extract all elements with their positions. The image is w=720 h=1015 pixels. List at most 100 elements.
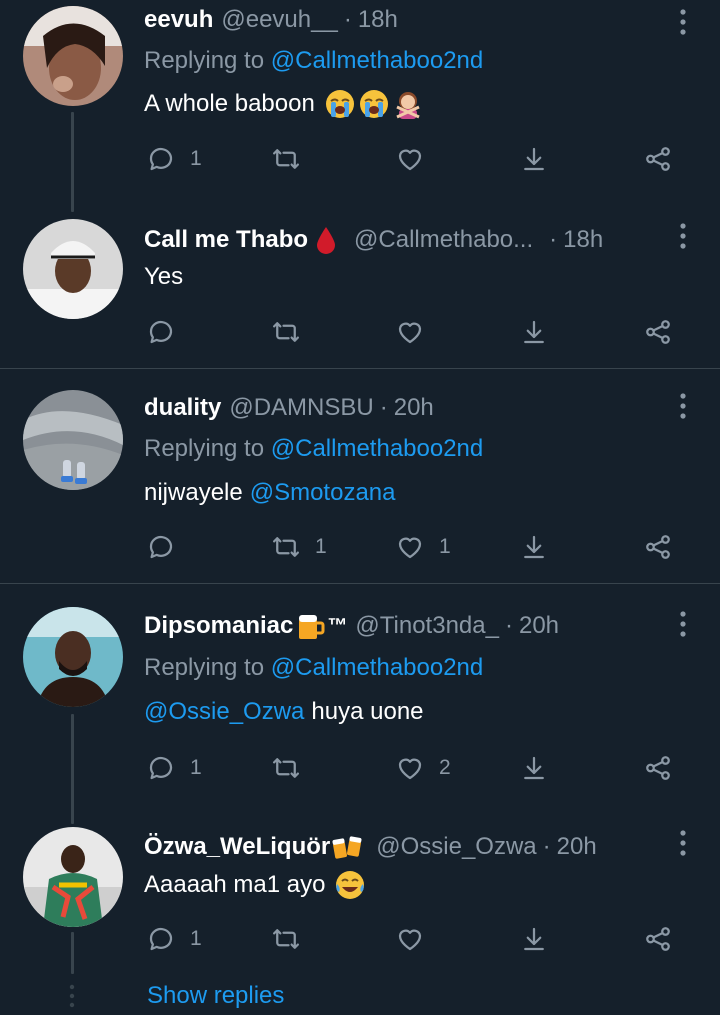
reply-button[interactable]: 1	[146, 751, 202, 785]
share-button[interactable]	[643, 751, 673, 785]
replying-prefix: Replying to	[144, 47, 265, 74]
handle[interactable]: @eevuh__	[221, 2, 337, 38]
separator-dot: ·	[549, 226, 558, 253]
display-name[interactable]: eevuh	[144, 2, 213, 38]
download-button[interactable]	[519, 530, 549, 564]
display-name[interactable]: duality	[144, 390, 221, 426]
retweet-count: 1	[315, 535, 327, 558]
reply-icon	[149, 320, 173, 344]
reply-button[interactable]: 1	[146, 922, 202, 956]
handle[interactable]: @Callmethabo...	[354, 222, 533, 258]
download-button[interactable]	[519, 751, 549, 785]
replying-prefix: Replying to	[144, 435, 265, 462]
like-icon	[398, 929, 422, 951]
retweet-button[interactable]	[271, 315, 315, 349]
tweet-mention[interactable]: @Ossie_Ozwa	[144, 694, 304, 730]
replying-mention[interactable]: @Callmethaboo2nd	[271, 435, 484, 462]
timestamp[interactable]: 20h	[394, 390, 434, 426]
retweet-icon	[273, 149, 299, 169]
avatar[interactable]	[23, 827, 123, 927]
display-name[interactable]: Call me Thabo	[144, 222, 308, 258]
tweet[interactable]: Call me Thabo @Callmethabo... · 18h Yes	[0, 212, 720, 368]
reply-button[interactable]	[146, 315, 190, 349]
replying-to: Replying to @Callmethaboo2nd	[144, 431, 483, 467]
tweet[interactable]: eevuh @eevuh__ · 18h Replying to @Callme…	[0, 0, 720, 195]
avatar[interactable]	[23, 6, 123, 106]
download-icon	[524, 320, 544, 344]
share-icon	[646, 927, 670, 951]
retweet-button[interactable]	[271, 751, 315, 785]
reply-count: 1	[190, 756, 202, 779]
avatar[interactable]	[23, 607, 123, 707]
like-button[interactable]: 1	[395, 530, 451, 564]
retweet-button[interactable]	[271, 922, 315, 956]
drop-of-blood-emoji	[314, 225, 338, 255]
download-button[interactable]	[519, 315, 549, 349]
more-icon[interactable]	[673, 829, 693, 857]
tweet-mention[interactable]: @Smotozana	[250, 475, 396, 511]
avatar[interactable]	[23, 219, 123, 319]
retweet-button[interactable]	[271, 142, 315, 176]
reply-button[interactable]	[146, 530, 190, 564]
handle[interactable]: @Ossie_Ozwa	[376, 829, 536, 865]
share-icon	[646, 535, 670, 559]
like-button[interactable]: 2	[395, 751, 451, 785]
like-button[interactable]	[395, 142, 439, 176]
tweet[interactable]: Özwa_WeLiquör @Ossie_Ozwa · 20h Aaaaah m…	[0, 825, 720, 975]
like-button[interactable]	[395, 315, 439, 349]
more-icon[interactable]	[673, 610, 693, 638]
like-icon	[398, 537, 422, 559]
like-icon	[398, 149, 422, 171]
tweet[interactable]: Dipsomaniac ™ @Tinot3nda_ · 20h Replying…	[0, 585, 720, 807]
download-button[interactable]	[519, 922, 549, 956]
beer-mug-emoji	[295, 611, 325, 641]
reply-icon	[149, 147, 173, 171]
replying-mention[interactable]: @Callmethaboo2nd	[271, 654, 484, 681]
replying-to: Replying to @Callmethaboo2nd	[144, 650, 483, 686]
replying-mention[interactable]: @Callmethaboo2nd	[271, 47, 484, 74]
share-button[interactable]	[643, 530, 673, 564]
clinking-beer-mugs-emoji	[332, 832, 362, 862]
download-icon	[524, 535, 544, 559]
download-icon	[524, 927, 544, 951]
download-icon	[524, 147, 544, 171]
like-button[interactable]	[395, 922, 439, 956]
more-icon[interactable]	[673, 222, 693, 250]
retweet-button[interactable]: 1	[271, 530, 327, 564]
share-button[interactable]	[643, 142, 673, 176]
share-button[interactable]	[643, 315, 673, 349]
divider	[0, 583, 720, 584]
tweet[interactable]: duality @DAMNSBU · 20h Replying to @Call…	[0, 370, 720, 582]
person-gesturing-no-emoji	[393, 89, 423, 119]
timestamp[interactable]: 18h	[563, 222, 603, 258]
tweet-text: A whole baboon	[144, 90, 315, 117]
show-replies-link[interactable]: Show replies	[147, 978, 284, 1014]
timestamp[interactable]: 20h	[519, 608, 559, 644]
separator-dot: ·	[379, 394, 388, 421]
tweet-text: Yes	[144, 263, 184, 290]
handle[interactable]: @DAMNSBU	[229, 390, 373, 426]
handle[interactable]: @Tinot3nda_	[355, 608, 499, 644]
more-icon[interactable]	[673, 8, 693, 36]
download-button[interactable]	[519, 142, 549, 176]
reply-button[interactable]: 1	[146, 142, 202, 176]
tweet-text: nijwayele	[144, 479, 243, 506]
retweet-icon	[273, 537, 299, 557]
avatar[interactable]	[23, 390, 123, 490]
like-icon	[398, 758, 422, 780]
share-icon	[646, 147, 670, 171]
display-name[interactable]: Dipsomaniac	[144, 608, 293, 644]
face-with-tears-of-joy-emoji	[335, 870, 365, 900]
timestamp[interactable]: 18h	[358, 2, 398, 38]
display-name[interactable]: Özwa_WeLiquör	[144, 829, 330, 865]
reply-icon	[149, 927, 173, 951]
trademark-symbol: ™	[327, 615, 348, 637]
separator-dot: ·	[343, 6, 352, 33]
like-icon	[398, 322, 422, 344]
retweet-icon	[273, 929, 299, 949]
loudly-crying-face-emoji	[359, 89, 389, 119]
retweet-icon	[273, 758, 299, 778]
more-icon[interactable]	[673, 392, 693, 420]
timestamp[interactable]: 20h	[557, 829, 597, 865]
share-button[interactable]	[643, 922, 673, 956]
